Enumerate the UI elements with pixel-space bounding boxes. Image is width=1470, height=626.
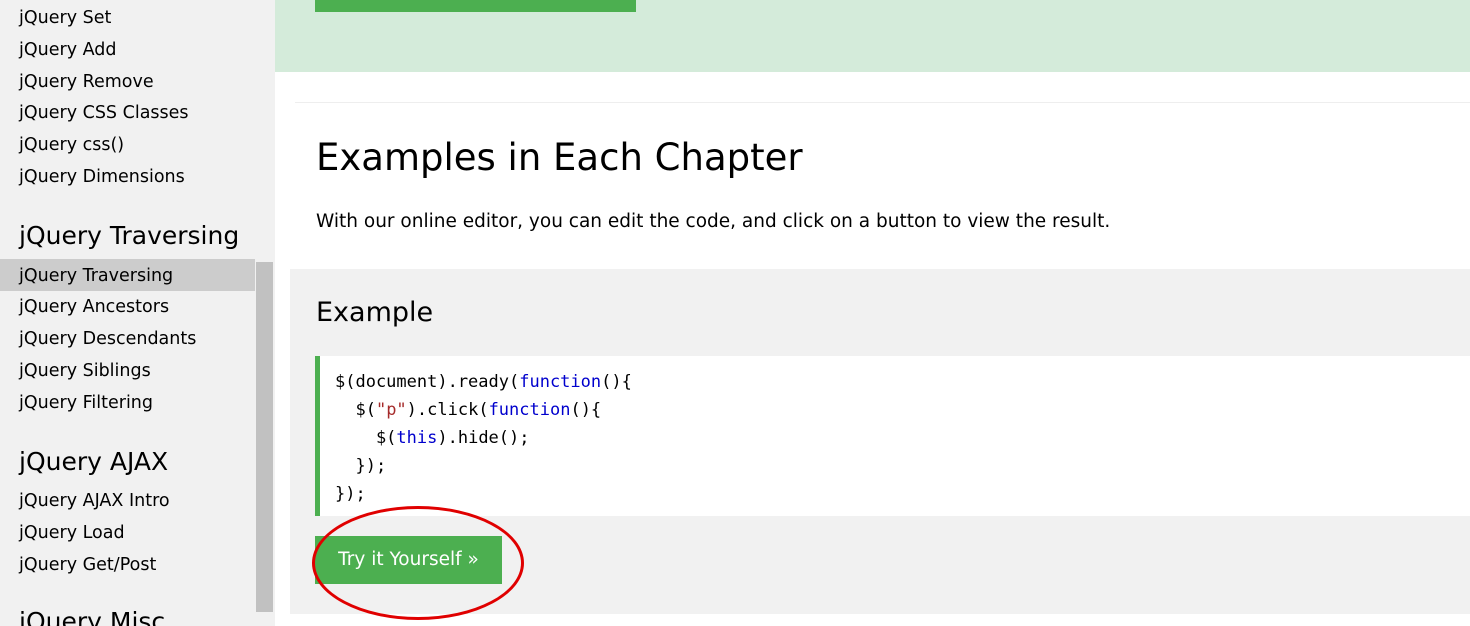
sidebar-heading-traversing: jQuery Traversing (19, 221, 240, 250)
sidebar-item-jquery-ancestors[interactable]: jQuery Ancestors (19, 296, 169, 318)
section-title: Examples in Each Chapter (316, 136, 803, 179)
sidebar-scrollbar[interactable] (256, 262, 273, 612)
sidebar-item-jquery-css[interactable]: jQuery css() (19, 134, 124, 156)
sidebar-nav: jQuery Set jQuery Add jQuery Remove jQue… (0, 0, 275, 626)
example-title: Example (316, 297, 434, 328)
try-it-yourself-button[interactable]: Try it Yourself » (315, 536, 502, 584)
sidebar-item-jquery-siblings[interactable]: jQuery Siblings (19, 360, 151, 382)
example-box: Example $(document).ready(function(){ $(… (290, 269, 1470, 614)
sidebar-item-jquery-dimensions[interactable]: jQuery Dimensions (19, 166, 185, 188)
sidebar-item-jquery-get-post[interactable]: jQuery Get/Post (19, 554, 156, 576)
sidebar-heading-misc: jQuery Misc (19, 607, 166, 626)
sidebar-item-jquery-remove[interactable]: jQuery Remove (19, 71, 154, 93)
code-text: $(document).ready(function(){ $("p").cli… (335, 372, 632, 504)
top-banner (275, 0, 1470, 72)
sidebar-heading-ajax: jQuery AJAX (19, 447, 169, 476)
sidebar-item-jquery-load[interactable]: jQuery Load (19, 522, 125, 544)
intro-text: With our online editor, you can edit the… (316, 211, 1111, 232)
sidebar-item-jquery-set[interactable]: jQuery Set (19, 7, 111, 29)
sidebar-item-jquery-filtering[interactable]: jQuery Filtering (19, 392, 153, 414)
sidebar-item-jquery-css-classes[interactable]: jQuery CSS Classes (19, 102, 189, 124)
sidebar-item-jquery-add[interactable]: jQuery Add (19, 39, 117, 61)
sidebar-item-jquery-traversing[interactable]: jQuery Traversing (19, 265, 173, 287)
sidebar-item-jquery-descendants[interactable]: jQuery Descendants (19, 328, 196, 350)
page: jQuery Set jQuery Add jQuery Remove jQue… (0, 0, 1470, 626)
banner-button[interactable] (315, 0, 636, 12)
sidebar-item-jquery-ajax-intro[interactable]: jQuery AJAX Intro (19, 490, 170, 512)
code-block: $(document).ready(function(){ $("p").cli… (315, 356, 1470, 516)
section-divider (295, 102, 1470, 103)
